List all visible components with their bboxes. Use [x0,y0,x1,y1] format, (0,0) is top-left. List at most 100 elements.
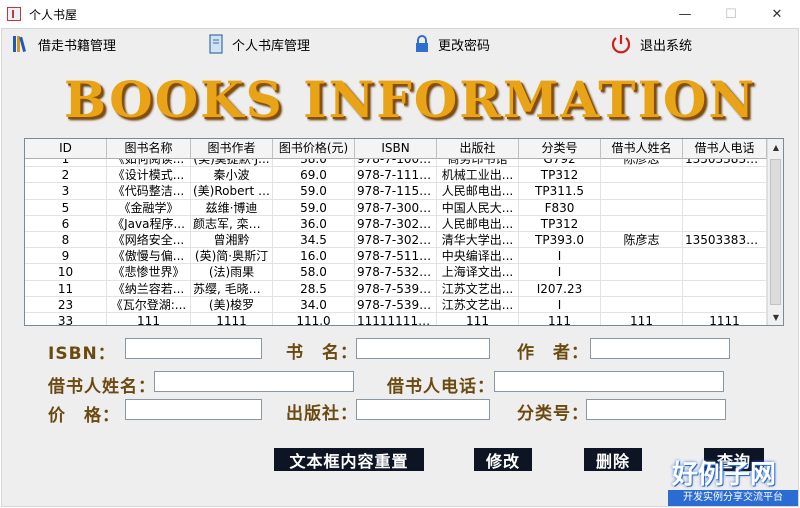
column-header[interactable]: 图书名称 [107,139,191,159]
table-cell: 曾湘黔 [191,231,273,248]
table-cell [601,296,683,312]
table-cell: 978-7-115-2... [357,183,437,199]
table-row[interactable]: 10 《悲惨世界》 (法)雨果 58.0 978-7-5327-... 上海译文出... I [25,264,767,281]
table-cell: 69.0 [273,167,355,183]
window-title: 个人书屋 [29,7,78,22]
book-title-field[interactable] [356,338,490,359]
table-cell: 59.0 [273,199,355,215]
watermark-subtitle: 开发实例分享交流平台 [668,490,798,506]
column-header[interactable]: ID [25,139,107,159]
borrower-name-field[interactable] [154,371,354,392]
table-cell [683,280,767,296]
table-cell [601,248,683,264]
class-number-field[interactable] [586,399,726,420]
java-app-icon [7,7,21,21]
table-cell: (美)梭罗 [191,296,273,312]
table-cell: (美)莫提默·J... [191,159,273,167]
maximize-button[interactable]: ☐ [708,0,754,28]
table-cell: I [519,264,601,280]
author-label: 作 者： [517,343,589,363]
table-cell: I [519,248,601,264]
title-bar: 个人书屋 — ☐ ✕ [0,0,800,28]
table-cell: 34.0 [273,296,355,312]
table-cell: 《金融学》 [107,199,191,215]
column-header[interactable]: 分类号 [519,139,601,159]
borrower-name-label: 借书人姓名： [48,377,156,397]
table-cell: 人民邮电出... [437,183,519,199]
table-cell: 13503383632 [685,231,767,248]
column-header[interactable]: ISBN [355,139,437,159]
scrollbar-thumb[interactable] [770,159,781,305]
table-cell: 江苏文艺出... [437,280,519,296]
table-cell: 978-7-5399-... [357,280,437,296]
table-cell: 6 [25,215,107,231]
table-cell: 978-7-302-2... [357,231,437,248]
column-header[interactable]: 图书作者 [191,139,273,159]
modify-button[interactable]: 修改 [474,448,532,471]
table-row[interactable]: 8 《网络安全... 曾湘黔 34.5 978-7-302-2... 清华大学出... TP… [25,231,767,249]
table-row[interactable]: 2 《设计模式... 秦小波 69.0 978-7-111-2... 机械工业出... TP… [25,167,767,184]
notebook-icon [208,33,224,55]
table-cell: 人民邮电出... [437,215,519,231]
price-field[interactable] [125,399,262,420]
table-cell: 1111 [191,312,273,325]
column-header[interactable]: 出版社 [437,139,519,159]
menu-personal-library[interactable]: 个人书库管理 [208,31,310,57]
table-cell: 颜志军, 栾媛媛 [193,215,273,231]
column-header[interactable]: 借书人电话 [683,139,767,159]
isbn-label: ISBN： [48,344,116,364]
table-cell: 978-7-302-2... [357,215,437,231]
table-cell: 《Java程序... [107,215,191,231]
table-cell [683,183,767,199]
table-row[interactable]: 23 《瓦尔登湖:... (美)梭罗 34.0 978-7-5399-... 江苏文艺出.… [25,296,767,313]
column-header[interactable]: 图书价格(元) [273,139,355,159]
close-button[interactable]: ✕ [754,0,800,28]
table-cell: 978-7-100-... [355,159,437,167]
table-cell: 《如何阅读... [107,159,191,167]
menu-exit-system[interactable]: 退出系统 [610,31,692,57]
table-cell: I207.23 [519,280,601,296]
vertical-scrollbar[interactable]: ▲ ▼ [767,139,783,325]
table-cell: (美)Robert C... [193,183,273,199]
table-cell: 111 [107,312,191,325]
table-row[interactable]: 3 《代码整洁... (美)Robert C... 59.0 978-7-115-2..… [25,183,767,200]
table-cell [683,296,767,312]
reset-fields-button[interactable]: 文本框内容重置 [274,448,424,471]
table-cell: 978-7-5117-... [357,248,437,264]
table-cell: 苏缨, 毛晓雯... [193,280,273,296]
menu-change-password[interactable]: 更改密码 [414,31,490,57]
table-cell: 1 [25,159,107,167]
table-cell: TP312 [519,167,601,183]
isbn-field[interactable] [125,338,262,359]
table-cell: TP393.0 [519,231,601,248]
column-header[interactable]: 借书人姓名 [601,139,683,159]
table-row[interactable]: 9 《傲慢与偏... (英)简·奥斯汀 16.0 978-7-5117-... 中央编译出… [25,248,767,265]
table-cell: 《纳兰容若... [107,280,191,296]
table-cell: 33 [25,312,107,325]
minimize-button[interactable]: — [662,0,708,28]
table-cell: 3 [25,183,107,199]
table-cell: 秦小波 [191,167,273,183]
publisher-label: 出版社： [286,404,358,424]
table-row[interactable]: 5 《金融学》 兹维·博迪 59.0 978-7-300-1... 中国人民大... F83… [25,199,767,216]
table-row[interactable]: 1 《如何阅读... (美)莫提默·J... 38.0 978-7-100-... 商务印… [25,159,767,168]
table-cell: 5 [25,199,107,215]
table-cell: 978-7-5399-... [357,296,437,312]
scroll-up-arrow-icon[interactable]: ▲ [768,139,783,155]
borrower-phone-field[interactable] [494,371,724,392]
books-table[interactable]: ID 图书名称 图书作者 图书价格(元) ISBN 出版社 分类号 借书人姓名 借书人电话 1 《… [24,138,784,326]
table-row[interactable]: 6 《Java程序... 颜志军, 栾媛媛 36.0 978-7-302-2... 人民邮… [25,215,767,232]
table-cell [683,248,767,264]
publisher-field[interactable] [356,399,490,420]
menu-borrowed-books[interactable]: 借走书籍管理 [12,31,116,57]
author-field[interactable] [590,338,730,359]
site-watermark: 好例子网 开发实例分享交流平台 [630,452,800,508]
scroll-down-arrow-icon[interactable]: ▼ [768,309,783,325]
table-cell: 111 [601,312,683,325]
table-row[interactable]: 33 111 1111 111.0 1111111111... 111 111 111 1111 [25,312,767,325]
table-cell: 28.5 [273,280,355,296]
price-label: 价 格： [48,406,120,426]
table-row[interactable]: 11 《纳兰容若... 苏缨, 毛晓雯... 28.5 978-7-5399-... 江苏… [25,280,767,297]
table-cell: 中央编译出... [437,248,519,264]
table-cell: 《悲惨世界》 [107,264,191,280]
